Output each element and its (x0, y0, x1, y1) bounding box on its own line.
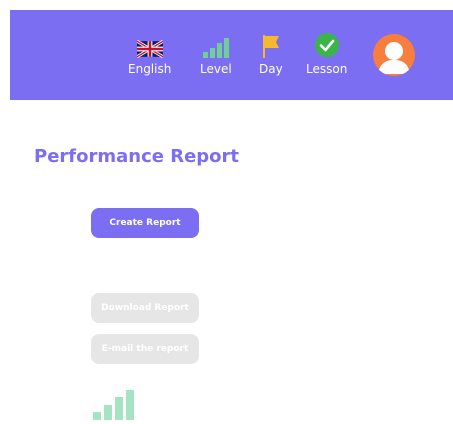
nav-label-level: Level (200, 62, 232, 76)
nav-label-lesson: Lesson (306, 62, 348, 76)
download-report-button[interactable]: Download Report (91, 293, 199, 323)
top-navigation-bar: English Level Day Lesson (10, 10, 453, 100)
user-avatar-icon[interactable] (373, 34, 415, 76)
uk-flag-icon (136, 32, 163, 58)
nav-item-lesson[interactable]: Lesson (306, 32, 347, 76)
email-report-button[interactable]: E-mail the report (91, 334, 199, 364)
signal-bars-icon (93, 390, 135, 424)
nav-item-language[interactable]: English (128, 32, 171, 76)
nav-item-day[interactable]: Day (259, 32, 283, 76)
create-report-button[interactable]: Create Report (91, 208, 199, 238)
signal-bars-icon (202, 32, 229, 58)
flag-icon (262, 32, 280, 58)
check-circle-icon (314, 32, 340, 58)
nav-label-day: Day (259, 62, 283, 76)
page-title: Performance Report (34, 146, 240, 167)
nav-item-level[interactable]: Level (200, 32, 232, 76)
nav-label-language: English (128, 62, 172, 76)
